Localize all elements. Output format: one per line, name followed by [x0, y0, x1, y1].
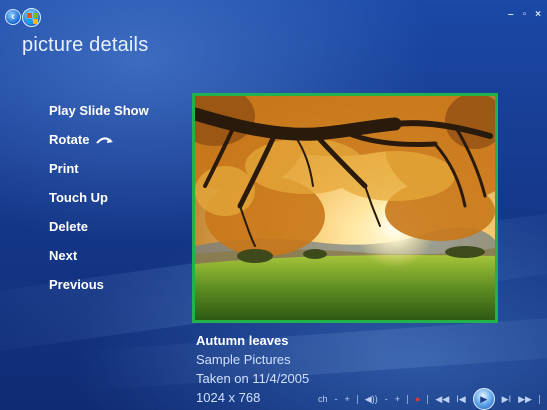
window-controls: – ▫ ×: [508, 9, 541, 20]
menu-item-label: Next: [49, 248, 78, 263]
back-button[interactable]: ‹: [5, 9, 21, 25]
menu-item-delete[interactable]: Delete: [49, 212, 149, 241]
picture-preview[interactable]: [192, 93, 498, 323]
volume-icon[interactable]: ◀)): [365, 394, 378, 405]
menu-item-label: Print: [49, 161, 79, 176]
picture-dimensions: 1024 x 768: [196, 390, 261, 405]
menu-item-label: Previous: [49, 277, 104, 292]
fast-forward-button[interactable]: ▶▶: [518, 394, 532, 405]
volume-up-button[interactable]: +: [395, 394, 400, 404]
close-button[interactable]: ×: [535, 9, 541, 20]
menu-item-label: Touch Up: [49, 190, 108, 205]
divider: [406, 394, 408, 404]
menu-item-play-slide-show[interactable]: Play Slide Show: [49, 96, 149, 125]
channel-up-button[interactable]: +: [345, 394, 350, 404]
picture-title: Autumn leaves: [196, 333, 289, 348]
channel-label: ch: [318, 394, 328, 404]
minimize-button[interactable]: –: [508, 9, 514, 20]
previous-track-button[interactable]: I◀: [456, 394, 465, 405]
page-title: picture details: [22, 34, 149, 56]
picture-date: Taken on 11/4/2005: [196, 371, 310, 386]
divider: [356, 394, 358, 404]
menu-item-previous[interactable]: Previous: [49, 270, 149, 299]
picture-info: Autumn leaves Sample Pictures Taken on 1…: [196, 331, 309, 407]
volume-down-button[interactable]: -: [385, 394, 388, 404]
menu-item-label: Play Slide Show: [49, 103, 149, 118]
autumn-leaves-photo: [195, 96, 495, 320]
menu-item-label: Rotate: [49, 132, 90, 147]
channel-down-button[interactable]: -: [335, 394, 338, 404]
maximize-button[interactable]: ▫: [523, 9, 527, 20]
start-orb-icon[interactable]: [22, 8, 41, 27]
menu-item-print[interactable]: Print: [49, 154, 149, 183]
play-button[interactable]: ▶: [472, 388, 495, 410]
menu-item-rotate[interactable]: Rotate: [49, 125, 149, 154]
divider: [538, 394, 540, 404]
menu-item-label: Delete: [49, 219, 89, 234]
record-button[interactable]: ●: [415, 394, 420, 404]
transport-controls: ch - + ◀)) - + ● ◀◀ I◀ ▶ ▶I ▶▶ ■: [318, 388, 547, 410]
play-icon: ▶: [480, 393, 488, 404]
back-arrow-icon: ‹: [11, 10, 15, 23]
rotate-icon: [95, 133, 115, 148]
action-menu: Play Slide Show Rotate Print Touch Up De…: [49, 96, 149, 299]
next-track-button[interactable]: ▶I: [502, 394, 511, 405]
menu-item-touch-up[interactable]: Touch Up: [49, 183, 149, 212]
rewind-button[interactable]: ◀◀: [435, 394, 449, 405]
menu-item-next[interactable]: Next: [49, 241, 149, 270]
divider: [427, 394, 429, 404]
picture-album: Sample Pictures: [196, 352, 291, 367]
